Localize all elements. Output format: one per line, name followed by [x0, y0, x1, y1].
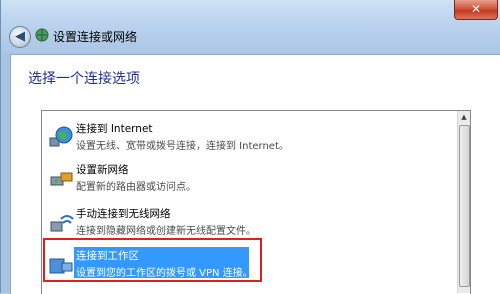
option-connect-internet[interactable]: 连接到 Internet 设置无线、宽带或拨号连接，连接到 Internet。	[46, 120, 446, 160]
option-new-network[interactable]: 设置新网络 配置新的路由器或访问点。	[46, 161, 446, 201]
scroll-thumb[interactable]	[459, 125, 470, 287]
option-description: 设置无线、宽带或拨号连接，连接到 Internet。	[76, 141, 289, 152]
scroll-up-arrow-icon[interactable]: ▲	[458, 111, 470, 123]
router-icon	[50, 172, 73, 186]
option-description: 连接到隐藏网络或创建新无线配置文件。	[76, 226, 256, 237]
annotation-highlight-box	[43, 238, 262, 282]
network-icon	[35, 28, 49, 42]
title-bar	[1, 0, 500, 54]
window-title: 设置连接或网络	[53, 30, 138, 44]
list-scrollbar[interactable]: ▲	[457, 111, 470, 293]
page-heading: 选择一个连接选项	[28, 71, 140, 87]
option-title: 手动连接到无线网络	[76, 208, 171, 220]
globe-network-icon	[49, 126, 73, 147]
back-button[interactable]: ◀	[9, 26, 31, 48]
option-title: 设置新网络	[76, 164, 129, 176]
option-description: 配置新的路由器或访问点。	[76, 182, 196, 193]
option-title: 连接到 Internet	[76, 123, 153, 135]
setup-connection-window: ✕ ◀ 设置连接或网络 选择一个连接选项 ▲ 连接到 Internet 设置无线…	[0, 0, 500, 294]
wireless-icon	[50, 215, 74, 232]
close-button[interactable]: ✕	[454, 0, 498, 20]
